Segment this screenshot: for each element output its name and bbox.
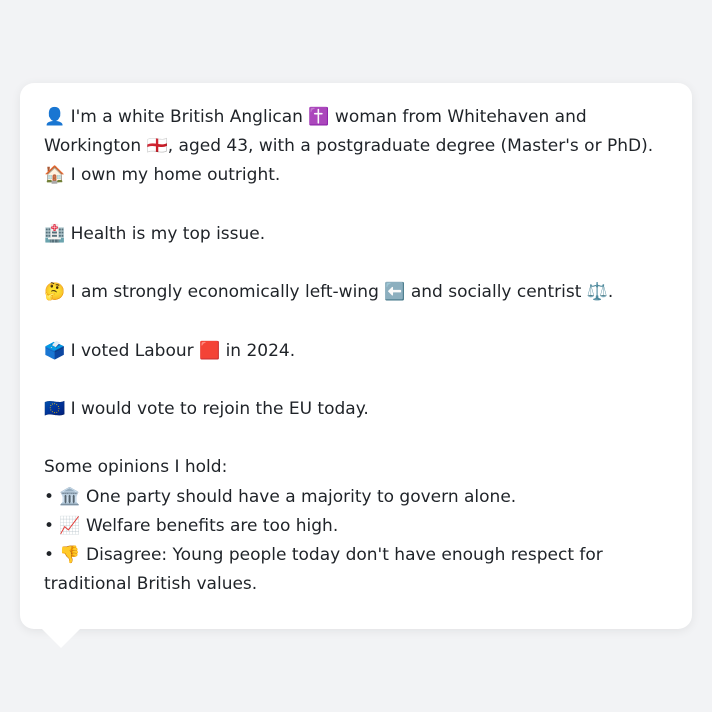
intro-paragraph: 👤 I'm a white British Anglican ✝️ woman … [44,107,654,186]
opinion-item: • 📈 Welfare benefits are too high. [44,515,339,536]
vote-paragraph: 🗳️ I voted Labour 🟥 in 2024. [44,340,296,361]
ideology-paragraph: 🤔 I am strongly economically left-wing ⬅… [44,282,614,303]
bubble-tail [40,627,82,648]
opinion-item: • 👎 Disagree: Young people today don't h… [44,544,603,595]
top-issue-paragraph: 🏥 Health is my top issue. [44,223,266,244]
chat-message-bubble: 👤 I'm a white British Anglican ✝️ woman … [20,83,692,629]
opinion-item: • 🏛️ One party should have a majority to… [44,486,517,507]
opinions-heading: Some opinions I hold: [44,457,228,478]
eu-paragraph: 🇪🇺 I would vote to rejoin the EU today. [44,398,369,419]
